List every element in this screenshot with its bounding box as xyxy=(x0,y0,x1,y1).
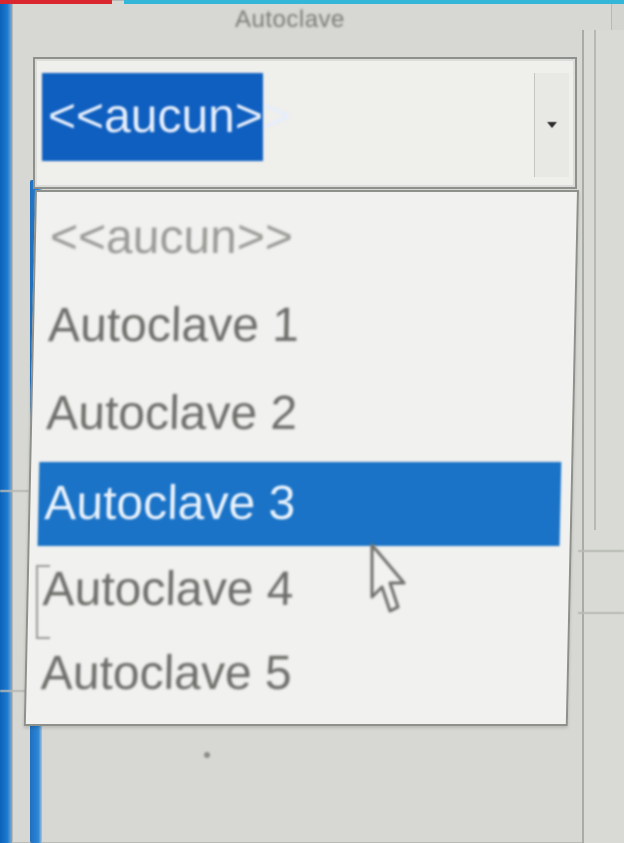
background-speck xyxy=(204,752,210,758)
autoclave-dropdown-list[interactable]: <<aucun>> Autoclave 1 Autoclave 2 Autocl… xyxy=(23,190,579,726)
title-bar-cyan-accent xyxy=(124,0,624,4)
chevron-down-icon xyxy=(547,122,557,128)
title-bar-red-accent xyxy=(0,0,112,4)
list-item-highlighted[interactable]: Autoclave 3 xyxy=(37,462,562,546)
background-divider xyxy=(578,550,624,552)
list-item[interactable]: Autoclave 2 xyxy=(39,372,563,456)
list-item[interactable]: Autoclave 4 xyxy=(36,548,560,632)
field-caption: Autoclave xyxy=(235,6,345,33)
background-divider xyxy=(578,612,624,614)
background-divider xyxy=(0,490,30,492)
right-panel-frame xyxy=(582,30,624,843)
autoclave-combobox[interactable]: <<aucun>> xyxy=(33,57,577,189)
combobox-selected-value[interactable]: <<aucun>> xyxy=(42,73,291,161)
right-panel-divider xyxy=(594,30,596,530)
combobox-dropdown-button[interactable] xyxy=(534,73,569,177)
screen: Autoclave <<aucun>> <<aucun>> Autoclave … xyxy=(0,0,624,843)
background-bracket xyxy=(36,565,50,639)
list-item[interactable]: Autoclave 5 xyxy=(34,632,558,716)
window-left-edge xyxy=(0,0,12,843)
list-item[interactable]: Autoclave 1 xyxy=(41,284,565,368)
list-item[interactable]: <<aucun>> xyxy=(43,196,567,280)
mouse-pointer-icon xyxy=(370,543,406,613)
